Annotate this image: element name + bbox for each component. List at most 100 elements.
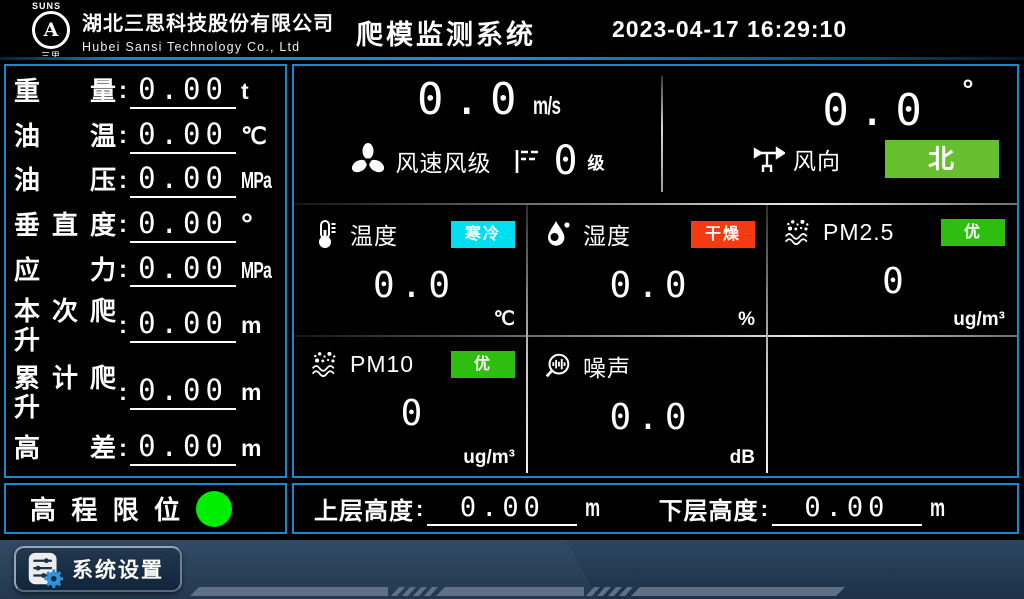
lower-height-value: 0.00 xyxy=(772,492,922,526)
wind-speed-section: 0.0 m/s 风速风级 0 级 xyxy=(294,66,660,205)
sensor-status-badge: 干燥 xyxy=(691,221,755,248)
sensor-cell-empty xyxy=(767,337,1017,473)
wind-direction-value: 0.0 xyxy=(822,85,931,136)
metric-value: 0.00 xyxy=(130,431,236,466)
header-divider xyxy=(0,57,1024,60)
footer-bar: 系统设置 xyxy=(0,540,1024,599)
settings-sliders-gear-icon xyxy=(26,551,63,588)
company-name: 湖北三思科技股份有限公司 Hubei Sansi Technology Co.,… xyxy=(82,7,334,54)
elevation-limit-label: 高程限位 xyxy=(30,490,180,527)
metric-unit: ℃ xyxy=(241,125,277,148)
metric-value: 0.00 xyxy=(130,119,236,154)
colon: : xyxy=(119,77,127,105)
lower-height-label: 下层高度 xyxy=(659,491,759,526)
colon: : xyxy=(416,496,423,522)
metric-row-current-climb: 本次爬升: 0.00 m xyxy=(14,297,277,354)
metric-value: 0.00 xyxy=(130,375,236,410)
wind-direction-section: 0.0 ° 风向 北 xyxy=(663,66,1017,205)
metric-row-verticality: 垂直度: 0.00 ° xyxy=(14,208,277,243)
metric-label: 油压 xyxy=(14,166,116,195)
wind-level-unit: 级 xyxy=(588,149,605,174)
system-settings-button[interactable]: 系统设置 xyxy=(14,546,182,592)
metric-unit: m xyxy=(241,437,277,460)
colon: : xyxy=(119,435,127,463)
colon: : xyxy=(119,312,127,340)
sensor-status-badge: 寒冷 xyxy=(451,221,515,248)
upper-height-unit: m xyxy=(585,494,599,523)
sensor-value: 0 xyxy=(310,393,519,434)
wind-level-icon xyxy=(511,146,541,176)
logo-cn-text: 三思 xyxy=(24,49,78,62)
metric-value: 0.00 xyxy=(130,253,236,288)
thermometer-icon xyxy=(310,219,340,249)
sensor-grid: 温度 寒冷 0.0 ℃ 湿度 干燥 0.0 % xyxy=(294,205,1017,473)
metric-unit: MPa xyxy=(241,259,265,282)
sensor-name: 温度 xyxy=(350,217,398,251)
sensor-unit: ℃ xyxy=(494,308,515,331)
metric-label: 油温 xyxy=(14,122,116,151)
metric-label: 高差 xyxy=(14,434,116,463)
sensor-unit: dB xyxy=(730,447,755,469)
metric-row-oil-temp: 油温: 0.00 ℃ xyxy=(14,119,277,154)
metric-label: 累计爬升 xyxy=(14,364,116,421)
sensor-name: 湿度 xyxy=(583,217,631,251)
wind-direction-unit: ° xyxy=(962,74,973,105)
sensor-value: 0 xyxy=(783,261,1009,302)
dust-icon xyxy=(783,217,813,247)
sensor-value: 0.0 xyxy=(310,265,519,306)
metric-row-height-diff: 高差: 0.00 m xyxy=(14,431,277,466)
sensor-cell-temperature: 温度 寒冷 0.0 ℃ xyxy=(294,205,527,335)
metric-unit: ° xyxy=(241,210,277,240)
sensor-cell-pm25: PM2.5 优 0 ug/m³ xyxy=(767,205,1017,335)
fan-icon xyxy=(349,142,387,180)
metric-unit: t xyxy=(241,80,277,103)
metric-row-weight: 重量: 0.00 t xyxy=(14,74,277,109)
droplet-icon xyxy=(543,219,573,249)
metric-row-stress: 应力: 0.00 MPa xyxy=(14,253,277,288)
metric-unit: m xyxy=(241,314,277,337)
header: SUNS A 三思 湖北三思科技股份有限公司 Hubei Sansi Techn… xyxy=(0,0,1024,57)
footer-stripe-segment xyxy=(190,587,388,596)
company-name-cn: 湖北三思科技股份有限公司 xyxy=(82,7,334,36)
metric-value: 0.00 xyxy=(130,163,236,198)
logo-suns-text: SUNS xyxy=(24,1,78,11)
layer-heights-box: 上层高度: 0.00 m 下层高度: 0.00 m xyxy=(292,483,1019,534)
metric-unit: m xyxy=(241,381,277,404)
company-logo: SUNS A 三思 xyxy=(24,1,78,62)
metric-value: 0.00 xyxy=(130,308,236,343)
upper-height-value: 0.00 xyxy=(427,492,577,526)
metric-label: 重量 xyxy=(14,77,116,106)
sensor-name: PM10 xyxy=(350,351,414,378)
wind-level-value: 0 xyxy=(553,138,577,184)
footer-stripe-segment xyxy=(631,587,845,596)
sensor-unit: % xyxy=(738,309,755,331)
colon: : xyxy=(119,122,127,150)
wind-speed-unit: m/s xyxy=(533,92,560,121)
noise-icon xyxy=(543,351,573,381)
sensor-status-badge: 优 xyxy=(451,351,515,378)
colon: : xyxy=(119,256,127,284)
footer-stripe-slashes xyxy=(590,587,629,596)
colon: : xyxy=(761,496,768,522)
lower-height-unit: m xyxy=(930,494,944,523)
sensor-cell-pm10: PM10 优 0 ug/m³ xyxy=(294,337,527,473)
wind-direction-badge: 北 xyxy=(885,140,999,178)
page-title: 爬模监测系统 xyxy=(356,13,536,52)
upper-height-label: 上层高度 xyxy=(314,491,414,526)
metric-label: 本次爬升 xyxy=(14,297,116,354)
metric-value: 0.00 xyxy=(130,208,236,243)
metric-label: 垂直度 xyxy=(14,211,116,240)
metric-row-oil-pressure: 油压: 0.00 MPa xyxy=(14,163,277,198)
metric-label: 应力 xyxy=(14,256,116,285)
colon: : xyxy=(119,379,127,407)
metric-value: 0.00 xyxy=(130,74,236,109)
footer-stripe-slashes xyxy=(395,587,434,596)
wind-direction-label: 风向 xyxy=(793,142,841,176)
wind-vane-icon xyxy=(751,143,785,175)
metrics-panel: 重量: 0.00 t 油温: 0.00 ℃ 油压: 0.00 MPa 垂直度: … xyxy=(4,64,287,478)
wind-level-label: 风速风级 xyxy=(395,144,491,178)
sensor-cell-humidity: 湿度 干燥 0.0 % xyxy=(527,205,767,335)
wind-speed-value: 0.0 xyxy=(417,74,526,125)
sensor-status-badge: 优 xyxy=(941,219,1005,246)
sensor-name: 噪声 xyxy=(583,349,631,383)
